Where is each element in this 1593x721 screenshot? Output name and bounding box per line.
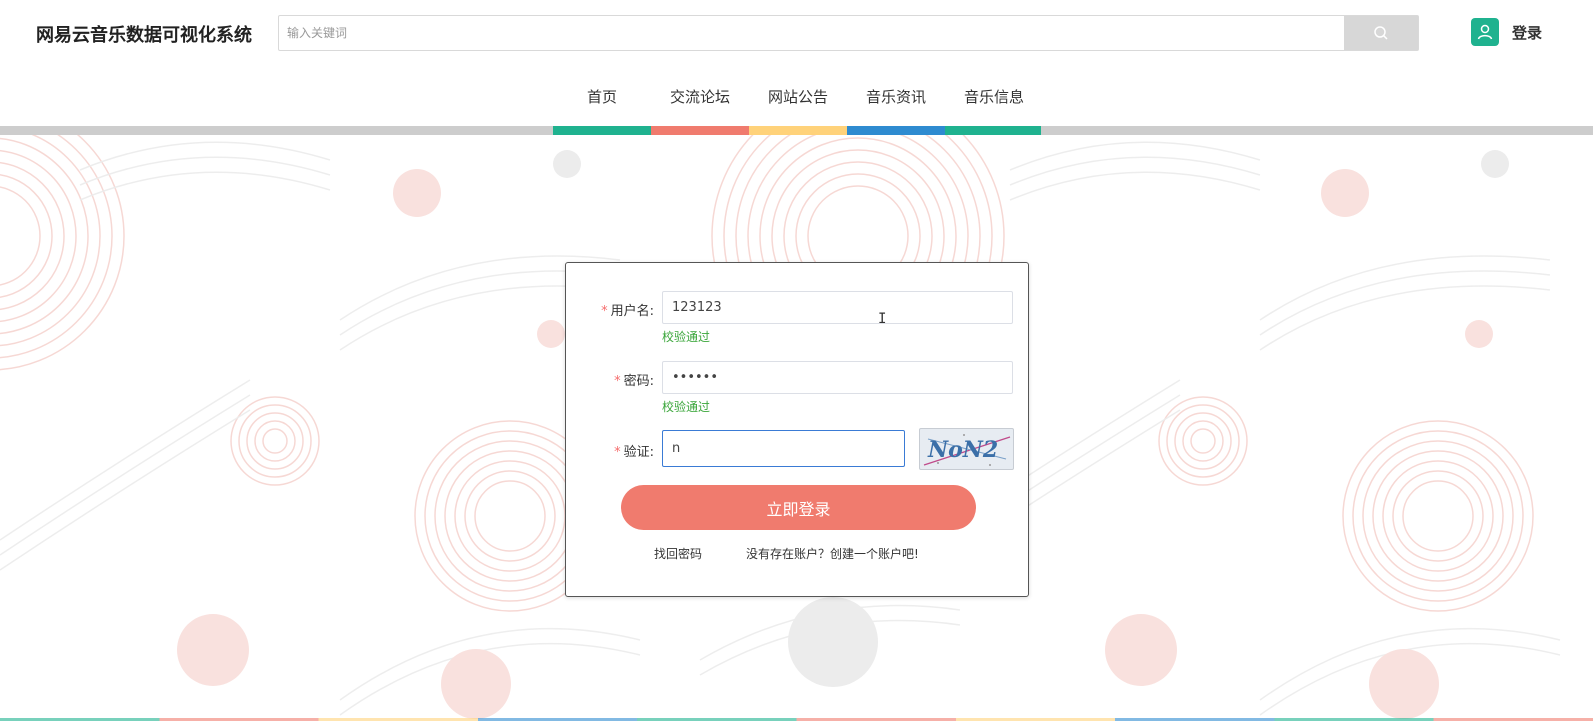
nav-item-music-news[interactable]: 音乐资讯: [847, 82, 945, 112]
site-title: 网易云音乐数据可视化系统: [36, 25, 252, 46]
register-link[interactable]: 没有存在账户？创建一个账户吧!: [746, 545, 919, 562]
login-submit-button[interactable]: 立即登录: [621, 485, 976, 530]
text-cursor-icon: Ι: [878, 311, 887, 327]
captcha-image[interactable]: NoN2: [919, 428, 1014, 470]
search-input[interactable]: [279, 16, 1344, 50]
login-card: *用户名: 校验通过 *密码: 校验通过 *验证: NoN2 立即登录 找回密码…: [565, 262, 1029, 597]
header-login-link[interactable]: 登录: [1512, 22, 1542, 43]
user-icon: [1477, 24, 1493, 40]
nav-bar-seg: [945, 126, 1041, 135]
username-field[interactable]: [662, 291, 1013, 324]
nav-color-bar: [0, 126, 1593, 135]
nav-item-forum[interactable]: 交流论坛: [651, 82, 749, 112]
nav-bar-seg: [847, 126, 945, 135]
nav-bar-seg: [553, 126, 651, 135]
user-avatar[interactable]: [1471, 18, 1499, 46]
captcha-field[interactable]: [662, 430, 905, 467]
nav-bar-seg: [651, 126, 749, 135]
required-mark: *: [614, 445, 621, 460]
password-valid-msg: 校验通过: [662, 400, 711, 414]
search-button[interactable]: [1344, 16, 1418, 50]
nav-item-announcement[interactable]: 网站公告: [749, 82, 847, 112]
main-nav: 首页 交流论坛 网站公告 音乐资讯 音乐信息: [0, 82, 1593, 112]
password-label-text: 密码:: [623, 374, 654, 389]
nav-bar-seg: [749, 126, 847, 135]
nav-item-music-info[interactable]: 音乐信息: [945, 82, 1043, 112]
captcha-label-text: 验证:: [623, 445, 654, 460]
username-valid-msg: 校验通过: [662, 330, 711, 344]
forgot-password-link[interactable]: 找回密码: [654, 545, 702, 562]
captcha-label: * 验证:: [614, 441, 654, 460]
header: 网易云音乐数据可视化系统 登录: [0, 0, 1593, 68]
required-mark: *: [614, 374, 621, 389]
password-label: * 密码:: [614, 370, 654, 389]
captcha-graphic: NoN2: [923, 434, 1011, 466]
search-bar: [278, 15, 1419, 51]
password-field[interactable]: [662, 361, 1013, 394]
username-label-text: 用户名:: [610, 304, 654, 319]
required-mark: *: [601, 304, 608, 319]
search-icon: [1374, 26, 1388, 40]
nav-item-home[interactable]: 首页: [553, 82, 651, 112]
captcha-text: NoN2: [927, 437, 998, 463]
username-label: * 用户名:: [601, 300, 654, 319]
